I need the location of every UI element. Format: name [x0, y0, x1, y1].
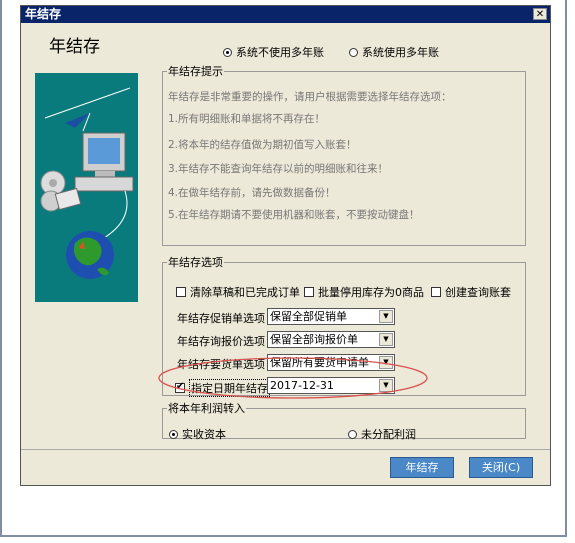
- radio-dot-icon: [348, 429, 357, 439]
- tips-legend: 年结存提示: [168, 65, 223, 78]
- chevron-down-icon: ▼: [379, 310, 393, 323]
- tip-line: 1.所有明细账和单据将不再存在！: [168, 113, 326, 125]
- tips-group: 年结存提示 年结存是非常重要的操作，请用户根据需要选择年结存选项： 1.所有明细…: [162, 63, 526, 246]
- titlebar: 年结存 ✕: [21, 6, 550, 23]
- select-value: 保留全部询报价单: [270, 333, 358, 346]
- radio-paid-in-capital[interactable]: 实收资本: [169, 426, 226, 442]
- checkbox-create-query-ledger[interactable]: 创建查询账套: [431, 284, 511, 300]
- year-end-dialog: 年结存 ✕ 年结存 系统不使用多年账 系统使用多年账 年结存提示 年结存是非常重…: [20, 5, 551, 486]
- radio-multiyear[interactable]: 系统使用多年账: [349, 44, 439, 60]
- radio-label: 未分配利润: [361, 428, 416, 441]
- window-title: 年结存: [25, 7, 62, 21]
- computer-globe-icon: [40, 87, 134, 279]
- checkbox-label: 批量停用库存为0商品: [318, 286, 424, 299]
- divider: [21, 449, 550, 450]
- checkbox-icon: [304, 287, 314, 297]
- checkbox-label: 清除草稿和已完成订单: [190, 286, 300, 299]
- close-button[interactable]: 关闭(C): [469, 457, 533, 478]
- radio-dot-icon: [169, 429, 178, 439]
- quote-option-select[interactable]: 保留全部询报价单 ▼: [267, 331, 395, 348]
- radio-undistributed-profit[interactable]: 未分配利润: [348, 426, 416, 442]
- red-ellipse-annotation-icon: [158, 357, 428, 399]
- year-end-button[interactable]: 年结存: [390, 457, 454, 478]
- tip-line: 5.在年结存期请不要使用机器和账套，不要按动键盘！: [168, 209, 420, 221]
- promo-option-label: 年结存促销单选项: [177, 312, 265, 325]
- checkbox-clear-drafts[interactable]: 清除草稿和已完成订单: [176, 284, 300, 300]
- tip-line: 4.在做年结存前，请先做数据备份！: [168, 187, 336, 199]
- promo-option-select[interactable]: 保留全部促销单 ▼: [267, 308, 395, 325]
- radio-dot-icon: [349, 47, 358, 57]
- tip-line: 年结存是非常重要的操作，请用户根据需要选择年结存选项：: [168, 91, 452, 103]
- radio-dot-icon: [223, 47, 232, 57]
- checkbox-disable-zero-stock[interactable]: 批量停用库存为0商品: [304, 284, 424, 300]
- profit-legend: 将本年利润转入: [168, 402, 245, 415]
- tip-line: 3.年结存不能查询年结存以前的明细账和往来！: [168, 163, 389, 175]
- options-legend: 年结存选项: [168, 256, 223, 269]
- checkbox-label: 创建查询账套: [445, 286, 511, 299]
- radio-label: 系统使用多年账: [362, 46, 439, 59]
- profit-transfer-group: 将本年利润转入 实收资本 未分配利润: [162, 400, 526, 442]
- radio-label: 系统不使用多年账: [236, 46, 324, 59]
- page-title: 年结存: [49, 37, 100, 57]
- tip-line: 2.将本年的结存值做为期初值写入账套！: [168, 139, 357, 151]
- quote-option-label: 年结存询报价选项: [177, 335, 265, 348]
- radio-label: 实收资本: [182, 428, 226, 441]
- checkbox-icon: [176, 287, 186, 297]
- checkbox-icon: [431, 287, 441, 297]
- select-value: 保留全部促销单: [270, 310, 347, 323]
- radio-no-multiyear[interactable]: 系统不使用多年账: [223, 44, 324, 60]
- close-window-button[interactable]: ✕: [533, 8, 547, 20]
- computer-globe-illustration: [35, 73, 138, 302]
- chevron-down-icon: ▼: [379, 333, 393, 346]
